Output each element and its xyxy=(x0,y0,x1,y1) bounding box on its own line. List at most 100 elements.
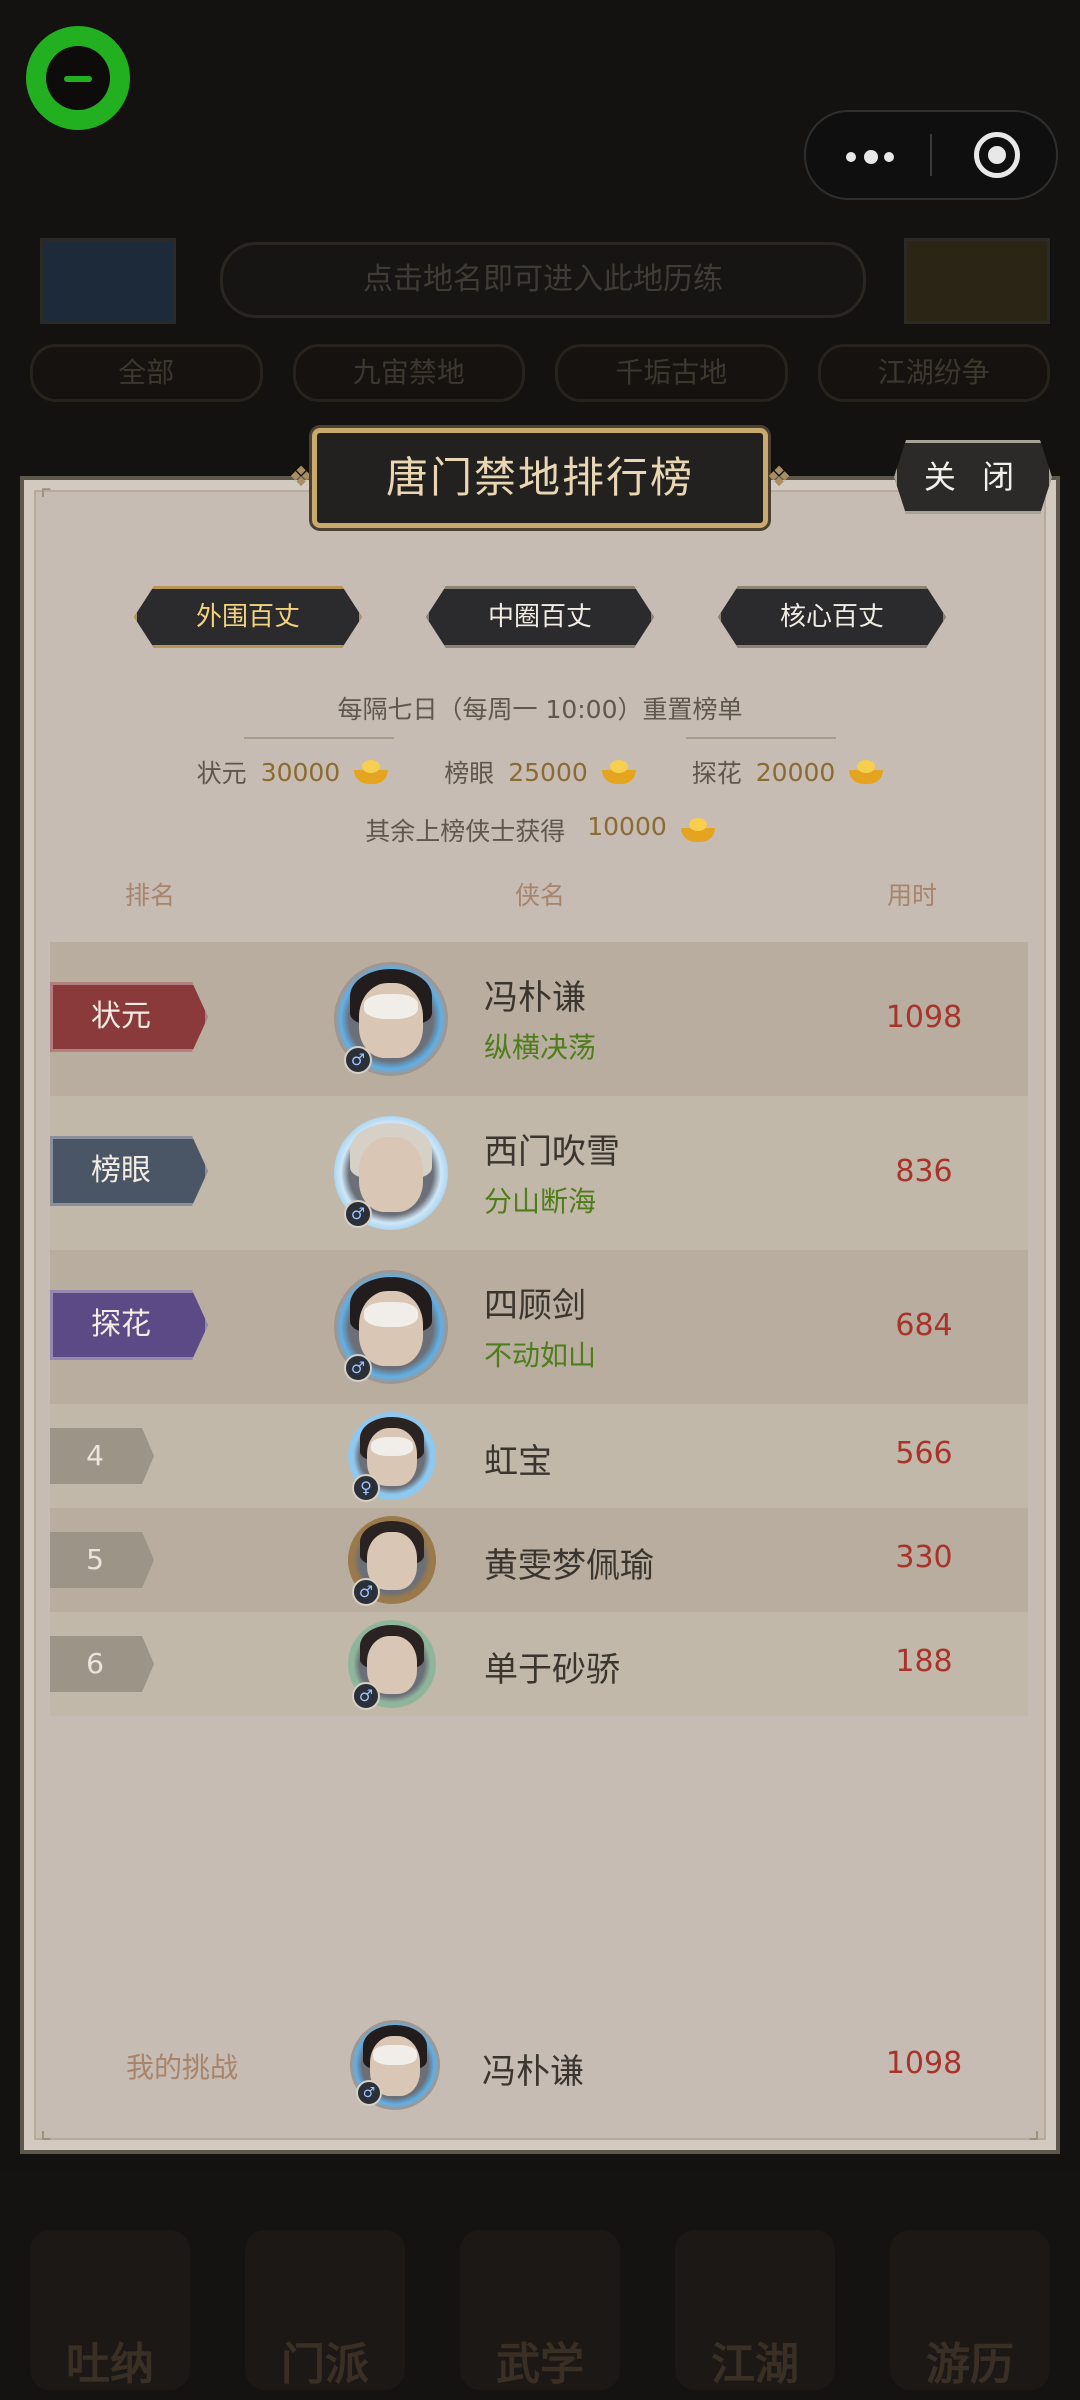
region-tab: 千垢古地 xyxy=(555,344,788,402)
nav-label: 门派 xyxy=(281,2339,369,2390)
table-row[interactable]: 4 ♀ 虹宝 566 xyxy=(50,1404,1028,1508)
male-gender-icon: ♂ xyxy=(356,2080,382,2106)
region-tab: 九宙禁地 xyxy=(292,344,525,402)
hero-name: 冯朴谦 xyxy=(484,978,586,1018)
prize-second: 榜眼 25000 xyxy=(444,752,636,792)
table-row[interactable]: 探花 ♂ 四顾剑不动如山 684 xyxy=(50,1250,1028,1404)
my-challenge-time: 1098 xyxy=(885,2046,963,2081)
close-button[interactable]: 关 闭 xyxy=(894,440,1052,514)
male-gender-icon: ♂ xyxy=(344,1046,372,1074)
rank-number-badge: 4 xyxy=(50,1428,154,1484)
more-dot-icon xyxy=(884,152,894,162)
nav-item-youli: 游历 xyxy=(890,2230,1050,2390)
prize-amount: 30000 xyxy=(260,757,341,787)
prize-third: 探花 20000 xyxy=(692,752,884,792)
capsule-divider xyxy=(930,134,932,176)
gold-ingot-icon xyxy=(354,760,389,784)
time-used: 566 xyxy=(895,1436,953,1471)
gold-ingot-icon xyxy=(601,760,636,784)
tab-core[interactable]: 核心百丈 xyxy=(718,586,946,648)
my-challenge-name: 冯朴谦 xyxy=(482,2052,584,2092)
nav-label: 江湖 xyxy=(711,2339,799,2390)
hero-title: 不动如山 xyxy=(484,1339,597,1372)
prize-title: 探花 xyxy=(691,759,742,788)
others-prize-row: 其余上榜侠士获得 10000 xyxy=(0,812,1080,852)
tab-middle[interactable]: 中圈百丈 xyxy=(426,586,654,648)
others-prize-label: 其余上榜侠士获得 xyxy=(365,817,566,846)
prize-title: 状元 xyxy=(196,759,247,788)
nav-item-jianghu: 江湖 xyxy=(675,2230,835,2390)
hero-name: 四顾剑 xyxy=(484,1286,586,1326)
gold-ingot-icon xyxy=(680,818,715,842)
male-gender-icon: ♂ xyxy=(352,1578,380,1606)
rank-title-badge: 探花 xyxy=(50,1290,208,1360)
avatar-mask xyxy=(370,1436,414,1456)
avatar-mask xyxy=(363,993,419,1019)
title-ornament-right: ❖ xyxy=(766,460,792,493)
leaderboard-title: 唐门禁地排行榜 xyxy=(312,428,768,528)
prize-first: 状元 30000 xyxy=(197,752,389,792)
hero-name: 黄雯梦佩瑜 xyxy=(484,1546,654,1586)
nav-label: 游历 xyxy=(926,2339,1014,2390)
time-used: 188 xyxy=(895,1644,953,1679)
chat-bubble-icon xyxy=(46,46,110,110)
nav-item-tuna: 吐纳 xyxy=(30,2230,190,2390)
prize-amount: 25000 xyxy=(508,757,588,787)
table-row[interactable]: 6 ♂ 单于砂骄 188 xyxy=(50,1612,1028,1716)
time-used: 684 xyxy=(895,1308,953,1343)
miniprogram-capsule xyxy=(804,110,1058,200)
avatar-mask xyxy=(373,2045,417,2065)
tab-outer[interactable]: 外围百丈 xyxy=(134,586,362,648)
exit-miniprogram-icon[interactable] xyxy=(974,132,1020,178)
others-prize-amount: 10000 xyxy=(587,812,667,841)
corner-ornament: ⌞ xyxy=(39,2115,53,2145)
corner-ornament: ⌟ xyxy=(1027,2115,1041,2145)
divider xyxy=(686,737,836,739)
reset-info: 每隔七日（每周一 10:00）重置榜单 xyxy=(337,695,743,724)
divider xyxy=(244,737,394,739)
more-dot-icon xyxy=(864,150,878,164)
time-used: 836 xyxy=(895,1154,953,1189)
nav-label: 吐纳 xyxy=(66,2339,154,2390)
ranking-list: 状元 ♂ 冯朴谦 纵横决荡 1098 榜眼 ♂ 西门吹雪 分山断海 836 探花 ♂ 四顾剑 不动如山 68… xyxy=(50,942,1028,1716)
hero-title: 分山断海 xyxy=(484,1185,597,1218)
hero-title: 纵横决荡 xyxy=(484,1031,597,1064)
avatar-mask xyxy=(363,1301,419,1327)
map-hint-text: 点击地名即可进入此地历练 xyxy=(220,242,866,318)
more-menu-button[interactable] xyxy=(836,132,906,178)
map-hint-bar-area: 点击地名即可进入此地历练 xyxy=(40,238,1050,338)
time-used: 1098 xyxy=(885,1000,963,1035)
region-tab: 全部 xyxy=(30,344,263,402)
rank-number-badge: 6 xyxy=(50,1636,154,1692)
column-header-name: 侠名 xyxy=(514,881,565,910)
male-gender-icon: ♂ xyxy=(352,1682,380,1710)
corner-ornament: ⌜ xyxy=(39,485,53,515)
rank-number-badge: 5 xyxy=(50,1532,154,1588)
female-gender-icon: ♀ xyxy=(352,1474,380,1502)
hero-name: 虹宝 xyxy=(484,1442,552,1482)
hero-name: 单于砂骄 xyxy=(484,1650,620,1690)
column-header-rank: 排名 xyxy=(124,881,175,910)
more-dot-icon xyxy=(846,152,856,162)
column-header-time: 用时 xyxy=(886,881,937,910)
table-row[interactable]: 5 ♂ 黄雯梦佩瑜 330 xyxy=(50,1508,1028,1612)
nav-item-menpai: 门派 xyxy=(245,2230,405,2390)
prize-title: 榜眼 xyxy=(444,759,495,788)
bottom-nav: 吐纳 门派 武学 江湖 游历 xyxy=(0,2170,1080,2400)
gold-ingot-icon xyxy=(849,760,884,784)
rank-title-badge: 榜眼 xyxy=(50,1136,208,1206)
map-thumbnail-right xyxy=(904,238,1050,324)
nav-label: 武学 xyxy=(496,2339,584,2390)
avatar-face xyxy=(359,1136,423,1212)
region-tabs: 全部 九宙禁地 千垢古地 江湖纷争 xyxy=(30,344,1050,404)
prize-row: 状元 30000 榜眼 25000 探花 20000 xyxy=(0,752,1080,792)
wechat-app-icon[interactable] xyxy=(26,26,130,130)
table-row[interactable]: 状元 ♂ 冯朴谦 纵横决荡 1098 xyxy=(50,942,1028,1096)
prize-amount: 20000 xyxy=(755,757,836,787)
nav-item-wuxue: 武学 xyxy=(460,2230,620,2390)
region-tab: 江湖纷争 xyxy=(817,344,1050,402)
table-row[interactable]: 榜眼 ♂ 西门吹雪 分山断海 836 xyxy=(50,1096,1028,1250)
map-thumbnail-left xyxy=(40,238,176,324)
my-challenge-label: 我的挑战 xyxy=(126,2051,239,2084)
male-gender-icon: ♂ xyxy=(344,1354,372,1382)
